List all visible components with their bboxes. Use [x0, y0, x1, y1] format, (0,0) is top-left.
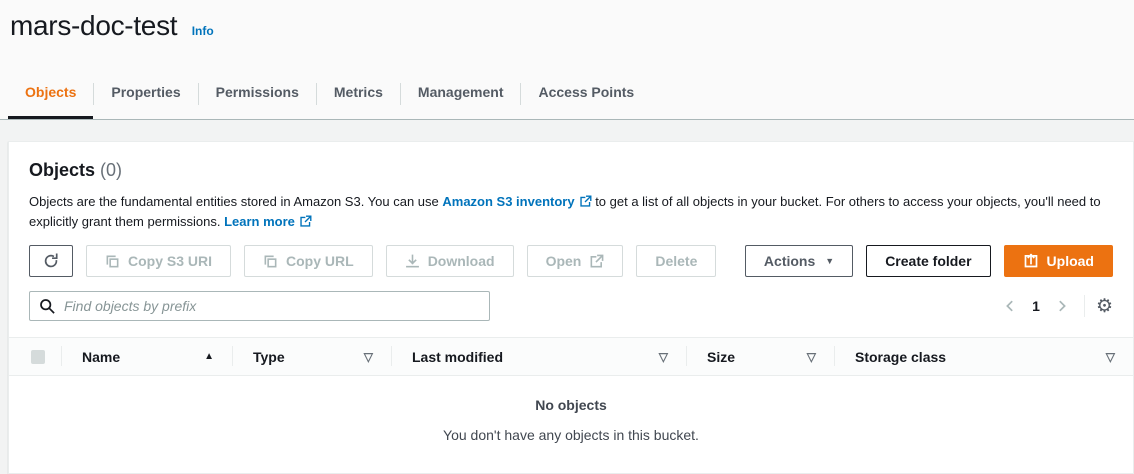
tab-metrics[interactable]: Metrics [317, 74, 400, 119]
tab-properties[interactable]: Properties [94, 74, 197, 119]
page-top-band: mars-doc-test Info Objects Properties Pe… [0, 0, 1134, 120]
column-header-last-modified[interactable]: Last modified ▽ [392, 338, 686, 375]
external-link-icon [589, 254, 604, 269]
objects-description: Objects are the fundamental entities sto… [29, 192, 1113, 232]
objects-table: Name ▲ Type ▽ Last modified ▽ Size ▽ [9, 337, 1133, 473]
s3-inventory-link[interactable]: Amazon S3 inventory [442, 194, 591, 209]
next-page-button[interactable] [1051, 297, 1073, 315]
sort-icon[interactable]: ▽ [364, 351, 373, 363]
create-folder-label: Create folder [885, 253, 971, 269]
info-link[interactable]: Info [192, 24, 214, 38]
objects-toolbar: Copy S3 URI Copy URL Download Open Delet… [9, 232, 1133, 277]
chevron-right-icon [1055, 299, 1069, 313]
column-header-name[interactable]: Name ▲ [62, 338, 232, 375]
chevron-left-icon [1003, 299, 1017, 313]
sort-icon[interactable]: ▽ [659, 351, 668, 363]
external-link-icon [579, 195, 592, 208]
objects-heading: Objects (0) [29, 160, 1113, 181]
tab-bar: Objects Properties Permissions Metrics M… [0, 74, 1134, 119]
column-label: Last modified [412, 349, 503, 365]
current-page-number: 1 [1021, 298, 1051, 314]
empty-state-title: No objects [9, 397, 1133, 413]
objects-count: (0) [100, 160, 122, 180]
column-header-type[interactable]: Type ▽ [233, 338, 391, 375]
copy-s3-uri-label: Copy S3 URI [128, 253, 212, 269]
open-label: Open [546, 253, 582, 269]
column-header-size[interactable]: Size ▽ [687, 338, 834, 375]
caret-down-icon: ▼ [825, 257, 834, 266]
copy-icon [105, 254, 120, 269]
sort-icon[interactable]: ▽ [1106, 351, 1115, 363]
delete-button[interactable]: Delete [636, 245, 716, 277]
pager-divider [1084, 295, 1085, 317]
create-folder-button[interactable]: Create folder [866, 245, 990, 277]
column-label: Size [707, 349, 735, 365]
open-button[interactable]: Open [527, 245, 624, 277]
learn-more-link-text: Learn more [224, 214, 295, 229]
page-header: mars-doc-test Info [0, 0, 1134, 44]
copy-s3-uri-button[interactable]: Copy S3 URI [86, 245, 231, 277]
objects-heading-text: Objects [29, 160, 95, 180]
download-label: Download [428, 253, 495, 269]
search-box[interactable] [29, 291, 490, 321]
empty-state-message: You don't have any objects in this bucke… [9, 427, 1133, 443]
table-header-checkbox-cell [9, 338, 61, 375]
tab-objects[interactable]: Objects [8, 74, 93, 119]
download-icon [405, 254, 420, 269]
column-header-storage-class[interactable]: Storage class ▽ [835, 338, 1133, 375]
upload-button[interactable]: Upload [1004, 245, 1113, 277]
search-row: 1 ⚙ [9, 277, 1133, 321]
copy-url-label: Copy URL [286, 253, 354, 269]
pagination: 1 ⚙ [999, 295, 1113, 317]
search-input[interactable] [62, 297, 480, 315]
tab-permissions[interactable]: Permissions [199, 74, 316, 119]
preferences-gear-icon[interactable]: ⚙ [1096, 297, 1113, 316]
actions-dropdown-button[interactable]: Actions ▼ [745, 245, 853, 277]
column-label: Name [82, 349, 120, 365]
external-link-icon [299, 215, 312, 228]
previous-page-button[interactable] [999, 297, 1021, 315]
copy-url-button[interactable]: Copy URL [244, 245, 373, 277]
column-label: Type [253, 349, 285, 365]
tab-management[interactable]: Management [401, 74, 521, 119]
upload-icon [1023, 253, 1039, 269]
select-all-checkbox[interactable] [31, 350, 45, 364]
tab-access-points[interactable]: Access Points [521, 74, 651, 119]
sort-icon[interactable]: ▽ [807, 351, 816, 363]
page-title: mars-doc-test [10, 10, 177, 41]
learn-more-link[interactable]: Learn more [224, 214, 312, 229]
download-button[interactable]: Download [386, 245, 514, 277]
column-label: Storage class [855, 349, 946, 365]
refresh-icon [43, 253, 59, 269]
search-icon [39, 298, 55, 314]
delete-label: Delete [655, 253, 697, 269]
description-text: Objects are the fundamental entities sto… [29, 194, 442, 209]
objects-panel: Objects (0) Objects are the fundamental … [8, 141, 1134, 474]
copy-icon [263, 254, 278, 269]
refresh-button[interactable] [29, 245, 73, 277]
actions-label: Actions [764, 253, 815, 269]
sort-ascending-icon[interactable]: ▲ [204, 352, 214, 362]
upload-label: Upload [1047, 253, 1094, 269]
content-area: Objects (0) Objects are the fundamental … [0, 120, 1134, 474]
objects-panel-header: Objects (0) Objects are the fundamental … [9, 142, 1133, 232]
s3-inventory-link-text: Amazon S3 inventory [442, 194, 574, 209]
empty-state: No objects You don't have any objects in… [9, 376, 1133, 473]
table-header-row: Name ▲ Type ▽ Last modified ▽ Size ▽ [9, 337, 1133, 376]
